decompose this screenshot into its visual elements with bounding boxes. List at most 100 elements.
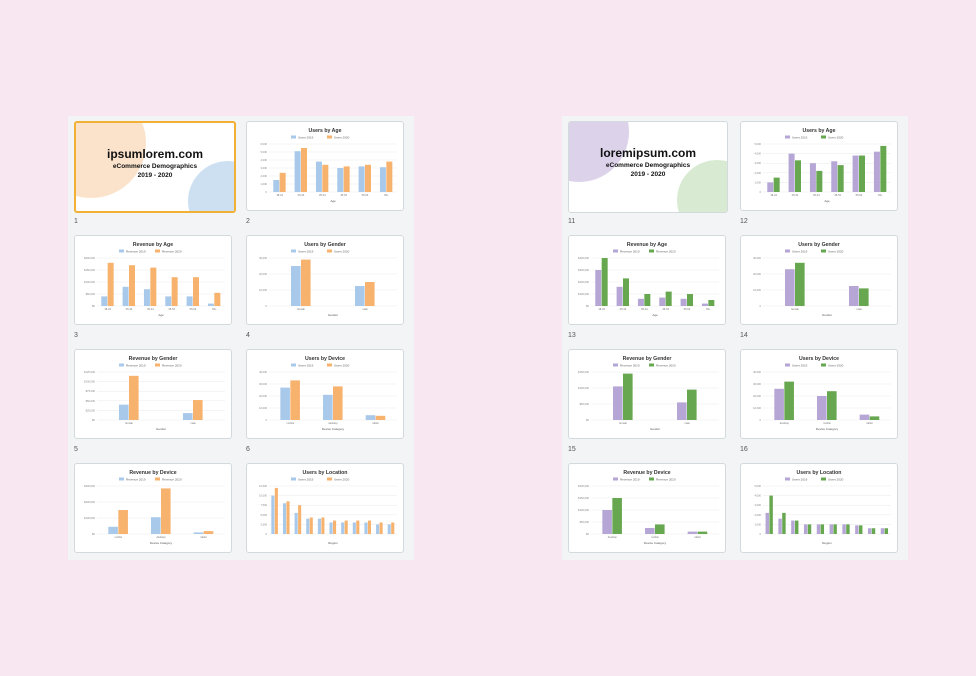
x-tick-label: 18-24: [276, 193, 283, 197]
bar-users-2020: [827, 391, 837, 420]
slide-thumbnail-users-by-gender[interactable]: Users by Gender Users 2019 Users 2020 0 10,0…: [246, 235, 404, 325]
y-tick-label: 2,000: [755, 171, 762, 175]
x-tick-label: male: [856, 307, 862, 311]
y-tick-label: $125,000: [84, 370, 95, 374]
y-tick-label: $300,000: [84, 484, 95, 488]
slide-thumbnail-users-by-age[interactable]: Users by Age Users 2019 Users 2020 0 1,000 2,…: [740, 121, 898, 211]
y-tick-label: 30,000: [259, 382, 267, 386]
slide-thumbnail-revenue-by-age[interactable]: Revenue by Age Revenue 2019 Revenue 2020 $0…: [568, 235, 726, 325]
legend-label: Revenue 2019: [126, 250, 146, 254]
bar-revenue-2020: [708, 300, 715, 306]
y-tick-label: 6,000: [261, 142, 268, 146]
x-tick-label: 18-24: [104, 307, 111, 311]
slide-thumbnail-revenue-by-gender[interactable]: Revenue by Gender Revenue 2019 Revenue 202…: [568, 349, 726, 439]
legend-swatch: [327, 135, 332, 139]
bar-revenue-2020: [129, 375, 139, 420]
bar-revenue-2020: [687, 294, 693, 306]
y-tick-label: 30,000: [753, 256, 761, 260]
y-tick-label: 4,000: [261, 158, 268, 162]
y-tick-label: 5,000: [261, 150, 268, 154]
bar-revenue-2019: [637, 298, 644, 306]
slide-thumbnail-users-by-device[interactable]: Users by Device Users 2019 Users 2020 0 10,0…: [246, 349, 404, 439]
legend-swatch: [785, 477, 790, 481]
x-axis-label: Region: [822, 541, 832, 545]
legend-label: Revenue 2020: [162, 478, 182, 482]
slide-thumbnail-users-by-age[interactable]: Users by Age Users 2019 Users 2020 0 1,000 2,…: [246, 121, 404, 211]
y-tick-label: $100,000: [578, 386, 589, 390]
legend-label: Users 2020: [334, 250, 350, 254]
x-tick-label: 35-44: [641, 307, 648, 311]
bar-users-2019: [376, 524, 380, 534]
bar-revenue-2019: [602, 510, 612, 534]
bar-users-2019: [273, 180, 280, 192]
slide-number: 12: [740, 218, 748, 225]
slide-thumbnail-revenue-by-age[interactable]: Revenue by Age Revenue 2019 Revenue 2020 $0…: [74, 235, 232, 325]
legend-swatch: [327, 477, 332, 481]
legend-label: Users 2019: [792, 478, 808, 482]
legend-label: Revenue 2020: [162, 250, 182, 254]
y-tick-label: 10,000: [259, 406, 267, 410]
bar-revenue-2020: [118, 510, 128, 534]
legend-label: Revenue 2019: [620, 478, 640, 482]
x-tick-label: 35-44: [319, 193, 326, 197]
bar-users-2020: [859, 525, 863, 534]
slide-thumbnail-revenue-by-device[interactable]: Revenue by Device Revenue 2019 Revenue 202…: [74, 463, 232, 553]
bar-users-2020: [795, 262, 805, 306]
legend-swatch: [821, 363, 826, 367]
y-tick-label: 0: [760, 418, 762, 422]
bar-users-2020: [846, 524, 850, 534]
legend-label: Users 2020: [828, 136, 844, 140]
bar-users-2020: [816, 170, 823, 192]
bar-users-2020: [365, 164, 371, 192]
y-tick-label: 20,000: [259, 272, 267, 276]
legend-label: Users 2020: [334, 136, 350, 140]
bar-revenue-2020: [171, 277, 178, 306]
x-tick-label: tablet: [694, 535, 701, 539]
y-tick-label: 2,000: [261, 174, 268, 178]
slide-thumbnail-users-by-device[interactable]: Users by Device Users 2019 Users 2020 0 10,0…: [740, 349, 898, 439]
bar-revenue-2020: [214, 292, 221, 306]
bar-users-2019: [817, 396, 827, 420]
x-tick-label: male: [190, 421, 196, 425]
bar-users-2020: [375, 415, 386, 420]
bar-users-2020: [356, 520, 360, 534]
bar-users-2019: [329, 522, 333, 534]
title-slide-thumbnail[interactable]: loremipsum.com eCommerce Demographics 20…: [568, 121, 728, 213]
legend-swatch: [821, 135, 826, 139]
bar-users-2020: [782, 512, 786, 534]
y-tick-label: $0: [92, 418, 95, 422]
y-tick-label: 30,000: [259, 256, 267, 260]
x-tick-label: female: [791, 307, 799, 311]
x-tick-label: 65+: [212, 307, 217, 311]
chart-title: Users by Age: [309, 128, 342, 134]
x-tick-label: 45-54: [662, 307, 669, 311]
slide-thumbnail-users-by-gender[interactable]: Users by Gender Users 2019 Users 2020 0 10,0…: [740, 235, 898, 325]
bar-revenue-2019: [207, 303, 214, 306]
slide-thumbnail-users-by-location[interactable]: Users by Location Users 2019 Users 2020 0 2,…: [246, 463, 404, 553]
bar-users-2020: [286, 501, 290, 534]
slide-number: 15: [568, 446, 576, 453]
legend-swatch: [291, 135, 296, 139]
bar-users-2020: [274, 487, 278, 534]
slide-thumbnail-revenue-by-device[interactable]: Revenue by Device Revenue 2019 Revenue 202…: [568, 463, 726, 553]
y-tick-label: 20,000: [753, 272, 761, 276]
x-axis-label: Gender: [650, 427, 660, 431]
title-slide-thumbnail[interactable]: ipsumlorem.com eCommerce Demographics 20…: [74, 121, 236, 213]
bar-revenue-2019: [122, 286, 129, 306]
chart-title: Users by Location: [797, 470, 842, 476]
bar-users-2020: [795, 160, 801, 192]
legend-label: Revenue 2020: [162, 364, 182, 368]
legend-swatch: [291, 363, 296, 367]
slide-number: 3: [74, 332, 78, 339]
y-tick-label: 3,000: [755, 503, 762, 507]
slide-thumbnail-users-by-location[interactable]: Users by Location Users 2019 Users 2020 0 1,…: [740, 463, 898, 553]
bar-revenue-2019: [119, 404, 129, 420]
bar-users-2019: [379, 167, 386, 192]
bar-users-2019: [337, 168, 344, 192]
bar-users-2020: [301, 259, 311, 306]
bar-users-2019: [803, 524, 808, 534]
bar-users-2019: [358, 166, 365, 192]
y-tick-label: 40,000: [259, 370, 267, 374]
bar-users-2019: [765, 512, 769, 534]
slide-thumbnail-revenue-by-gender[interactable]: Revenue by Gender Revenue 2019 Revenue 202…: [74, 349, 232, 439]
